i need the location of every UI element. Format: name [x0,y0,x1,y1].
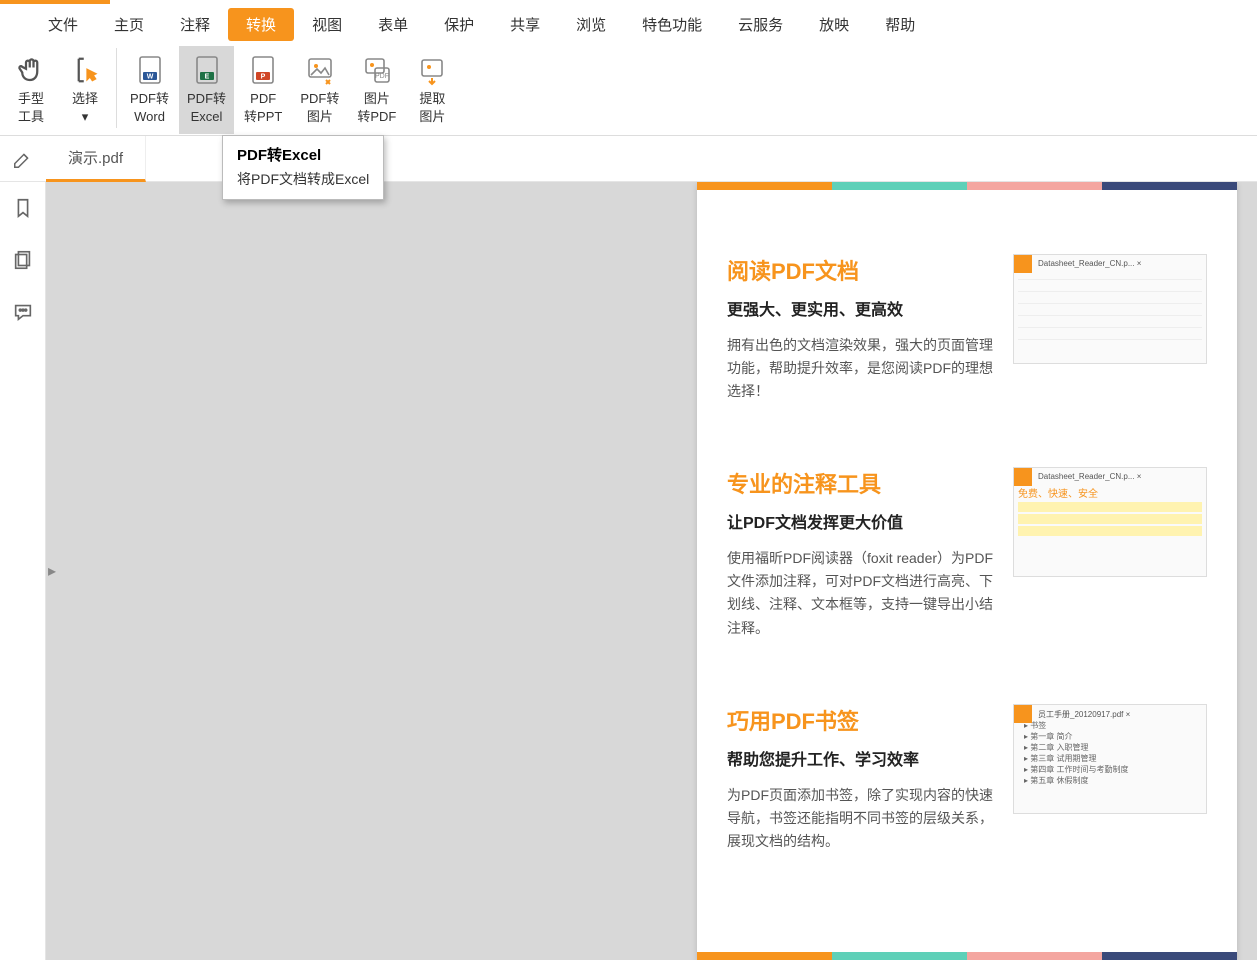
ribbon-hand[interactable]: 手型工具 [5,46,57,134]
ribbon-pdf-excel[interactable]: E PDF转Excel [179,46,234,134]
ribbon-label: 图片转PDF [357,90,396,125]
menu-item-视图[interactable]: 视图 [294,8,360,41]
document-tab-label: 演示.pdf [68,147,123,168]
sidebar-expand-handle[interactable]: ▸ [46,561,58,581]
svg-text:PDF: PDF [375,73,389,80]
ribbon-tooltip: PDF转Excel 将PDF文档转成Excel [222,135,384,200]
section-subtitle: 让PDF文档发挥更大价值 [727,509,995,533]
menu-bar: 文件主页注释转换视图表单保护共享浏览特色功能云服务放映帮助 [0,4,1257,44]
menu-item-云服务[interactable]: 云服务 [720,8,801,41]
document-page: 阅读PDF文档更强大、更实用、更高效拥有出色的文档渲染效果，强大的页面管理功能，… [697,182,1237,960]
hand-icon [13,52,49,88]
section-body: 使用福昕PDF阅读器（foxit reader）为PDF文件添加注释，可对PDF… [727,547,995,639]
menu-item-特色功能[interactable]: 特色功能 [624,8,720,41]
section-title: 巧用PDF书签 [727,704,995,736]
section-body: 拥有出色的文档渲染效果，强大的页面管理功能，帮助提升效率，是您阅读PDF的理想选… [727,334,995,403]
menu-item-主页[interactable]: 主页 [96,8,162,41]
menu-item-共享[interactable]: 共享 [492,8,558,41]
bookmark-icon[interactable] [11,196,35,220]
ribbon-extract-image[interactable]: 提取图片 [406,46,458,134]
pdf-word-icon: W [132,52,168,88]
document-tab[interactable]: 演示.pdf [46,136,146,182]
doc-section: 阅读PDF文档更强大、更实用、更高效拥有出色的文档渲染效果，强大的页面管理功能，… [727,254,1207,403]
ribbon-label: 选择▾ [72,90,98,125]
ribbon-label: PDF转PPT [244,90,282,125]
section-body: 为PDF页面添加书签，除了实现内容的快速导航，书签还能指明不同书签的层级关系，展… [727,784,995,853]
ribbon-image-pdf[interactable]: PDF 图片转PDF [349,46,404,134]
document-viewport[interactable]: 阅读PDF文档更强大、更实用、更高效拥有出色的文档渲染效果，强大的页面管理功能，… [46,182,1257,960]
svg-text:P: P [261,74,266,81]
left-sidebar [0,182,46,960]
ribbon-pdf-image[interactable]: PDF转图片 [292,46,347,134]
ribbon-label: PDF转Word [130,90,169,125]
ribbon-toolbar: 手型工具 选择▾ W PDF转Word E PDF转Excel P PDF转PPT PDF转图片… [0,44,1257,136]
main-area: ▸ 阅读PDF文档更强大、更实用、更高效拥有出色的文档渲染效果，强大的页面管理功… [0,182,1257,960]
pdf-ppt-icon: P [245,52,281,88]
ribbon-select[interactable]: 选择▾ [59,46,111,134]
tooltip-body: 将PDF文档转成Excel [237,169,369,189]
section-title: 专业的注释工具 [727,467,995,499]
section-title: 阅读PDF文档 [727,254,995,286]
extract-image-icon [414,52,450,88]
svg-text:W: W [146,74,153,81]
menu-item-转换[interactable]: 转换 [228,8,294,41]
section-thumbnail: Datasheet_Reader_CN.p... × [1013,254,1207,364]
doc-section: 巧用PDF书签帮助您提升工作、学习效率为PDF页面添加书签，除了实现内容的快速导… [727,704,1207,853]
ribbon-separator [116,48,117,128]
ribbon-label: 提取图片 [419,90,445,125]
page-stripe-bottom [697,952,1237,960]
ribbon-label: PDF转Excel [187,90,226,125]
section-thumbnail: Datasheet_Reader_CN.p... ×免费、快速、安全 [1013,467,1207,577]
menu-item-文件[interactable]: 文件 [30,8,96,41]
menu-item-保护[interactable]: 保护 [426,8,492,41]
comment-icon[interactable] [11,300,35,324]
menu-item-帮助[interactable]: 帮助 [867,8,933,41]
doc-section: 专业的注释工具让PDF文档发挥更大价值使用福昕PDF阅读器（foxit read… [727,467,1207,639]
ribbon-pdf-ppt[interactable]: P PDF转PPT [236,46,290,134]
pdf-image-icon [302,52,338,88]
menu-item-浏览[interactable]: 浏览 [558,8,624,41]
section-subtitle: 更强大、更实用、更高效 [727,296,995,320]
tooltip-title: PDF转Excel [237,144,369,165]
select-icon [67,52,103,88]
menu-item-放映[interactable]: 放映 [801,8,867,41]
pdf-excel-icon: E [189,52,225,88]
ribbon-pdf-word[interactable]: W PDF转Word [122,46,177,134]
ribbon-label: 手型工具 [18,90,44,125]
image-pdf-icon: PDF [359,52,395,88]
svg-text:E: E [204,74,209,81]
annotation-tool-icon[interactable] [0,148,46,170]
page-stripe-top [697,182,1237,190]
menu-item-注释[interactable]: 注释 [162,8,228,41]
pages-icon[interactable] [11,248,35,272]
section-thumbnail: 员工手册_20120917.pdf ×▸ 书签▸ 第一章 简介▸ 第二章 入职管… [1013,704,1207,814]
menu-item-表单[interactable]: 表单 [360,8,426,41]
document-tab-row: 演示.pdf [0,136,1257,182]
section-subtitle: 帮助您提升工作、学习效率 [727,746,995,770]
ribbon-label: PDF转图片 [300,90,339,125]
